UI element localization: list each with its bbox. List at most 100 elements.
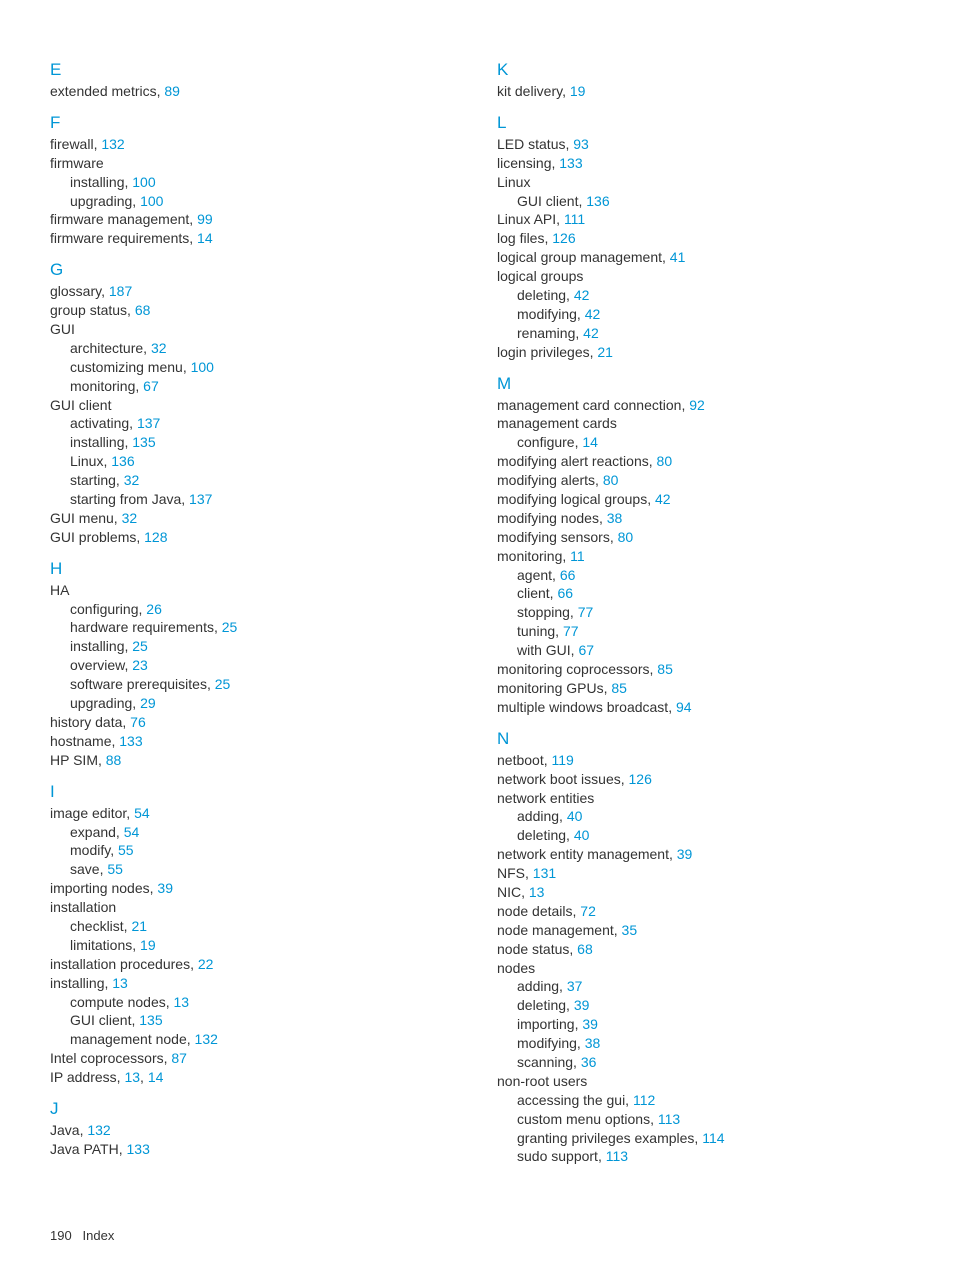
index-entry-text: node details, [497,903,580,919]
page-ref-link[interactable]: 32 [122,510,138,526]
page-ref-link[interactable]: 38 [607,510,623,526]
page-ref-link[interactable]: 11 [570,548,585,564]
page-ref-link[interactable]: 135 [139,1012,162,1028]
index-entry: activating, 137 [50,414,457,433]
page-ref-link[interactable]: 72 [580,903,596,919]
page-ref-link[interactable]: 42 [585,306,601,322]
page-ref-link[interactable]: 132 [195,1031,218,1047]
page-ref-link[interactable]: 25 [215,676,231,692]
page-ref-link[interactable]: 94 [676,699,692,715]
page-ref-link[interactable]: 39 [574,997,590,1013]
index-entry: HP SIM, 88 [50,751,457,770]
page-ref-link[interactable]: 68 [577,941,593,957]
page-ref-link[interactable]: 133 [127,1141,150,1157]
page-ref-link[interactable]: 136 [111,453,134,469]
page-ref-link[interactable]: 80 [657,453,673,469]
page-ref-link[interactable]: 19 [140,937,156,953]
page-ref-link[interactable]: 23 [132,657,148,673]
page-ref-link[interactable]: 100 [191,359,214,375]
page-ref-link[interactable]: 137 [189,491,212,507]
page-ref-link[interactable]: 77 [563,623,579,639]
page-ref-link[interactable]: 68 [135,302,151,318]
page-ref-link[interactable]: 42 [583,325,599,341]
page-ref-link[interactable]: 67 [143,378,159,394]
page-ref-link[interactable]: 38 [585,1035,601,1051]
index-entry: login privileges, 21 [497,343,904,362]
page-ref-link[interactable]: 112 [633,1092,655,1108]
page-ref-link[interactable]: 14 [197,230,213,246]
page-ref-link[interactable]: 113 [658,1111,680,1127]
page-ref-link[interactable]: 100 [132,174,155,190]
page-ref-link[interactable]: 135 [132,434,155,450]
page-ref-link[interactable]: 133 [559,155,582,171]
page-ref-link[interactable]: 14 [582,434,598,450]
page-ref-link[interactable]: 126 [552,230,575,246]
page-ref-link[interactable]: 80 [618,529,634,545]
page-ref-link[interactable]: 133 [119,733,142,749]
page-ref-link[interactable]: 22 [198,956,214,972]
page-ref-link[interactable]: 13 [529,884,545,900]
page-ref-link[interactable]: 21 [597,344,613,360]
page-ref-link[interactable]: 111 [564,211,585,227]
page-ref-link[interactable]: 40 [574,827,590,843]
index-entry: installation procedures, 22 [50,955,457,974]
page-ref-link[interactable]: 55 [118,842,134,858]
page-ref-link[interactable]: 126 [629,771,652,787]
page-ref-link[interactable]: 99 [197,211,213,227]
page-ref-link[interactable]: 42 [655,491,671,507]
page-ref-link[interactable]: 25 [132,638,148,654]
page-ref-link[interactable]: 80 [603,472,619,488]
page-ref-link[interactable]: 40 [567,808,583,824]
page-ref-link[interactable]: 32 [151,340,167,356]
page-ref-link[interactable]: 132 [101,136,124,152]
page-ref-link[interactable]: 54 [134,805,150,821]
page-ref-link[interactable]: 132 [87,1122,110,1138]
page-ref-link[interactable]: 119 [552,752,574,768]
index-entry: deleting, 42 [497,286,904,305]
index-entry: node details, 72 [497,902,904,921]
page-ref-link[interactable]: 19 [570,83,586,99]
page-ref-link[interactable]: 42 [574,287,590,303]
page-ref-link[interactable]: 137 [137,415,160,431]
page-ref-link[interactable]: 13 [174,994,190,1010]
page-ref-link[interactable]: 87 [171,1050,187,1066]
page-ref-link[interactable]: 128 [144,529,167,545]
page-ref-link[interactable]: 13 [112,975,128,991]
page-ref-link[interactable]: 25 [222,619,238,635]
page-ref-link[interactable]: 89 [164,83,180,99]
index-entry: hostname, 133 [50,732,457,751]
page-ref-link[interactable]: 67 [578,642,594,658]
page-ref-link[interactable]: 32 [124,472,140,488]
page-ref-link[interactable]: 39 [582,1016,598,1032]
page-ref-link[interactable]: 114 [702,1130,724,1146]
page-ref-link[interactable]: 37 [567,978,583,994]
page-ref-link[interactable]: 100 [140,193,163,209]
page-ref-link[interactable]: 26 [146,601,162,617]
page-ref-link[interactable]: 66 [557,585,573,601]
page-ref-link[interactable]: 76 [130,714,146,730]
page-ref-link[interactable]: 54 [124,824,140,840]
index-entry-text: Java PATH, [50,1141,127,1157]
page-ref-link[interactable]: 29 [140,695,156,711]
index-entry-text: customizing menu, [70,359,191,375]
page-ref-link[interactable]: 92 [689,397,705,413]
page-ref-link[interactable]: 131 [533,865,556,881]
page-ref-link[interactable]: 136 [586,193,609,209]
page-ref-link[interactable]: 88 [106,752,122,768]
page-ref-link[interactable]: 39 [677,846,693,862]
page-ref-link[interactable]: 93 [573,136,589,152]
page-ref-link[interactable]: 113 [606,1148,628,1164]
page-ref-link[interactable]: 35 [622,922,638,938]
page-ref-link[interactable]: 77 [578,604,594,620]
page-ref-link[interactable]: 85 [657,661,673,677]
page-ref-link[interactable]: 41 [670,249,686,265]
page-ref-link[interactable]: 21 [131,918,147,934]
page-ref-link[interactable]: 66 [560,567,576,583]
page-ref-link[interactable]: 85 [611,680,627,696]
page-ref-link[interactable]: 13 [124,1069,140,1085]
page-ref-link[interactable]: 39 [157,880,173,896]
page-ref-link[interactable]: 187 [109,283,132,299]
page-ref-link[interactable]: 36 [581,1054,597,1070]
page-ref-link[interactable]: 55 [107,861,123,877]
page-ref-link[interactable]: 14 [148,1069,164,1085]
